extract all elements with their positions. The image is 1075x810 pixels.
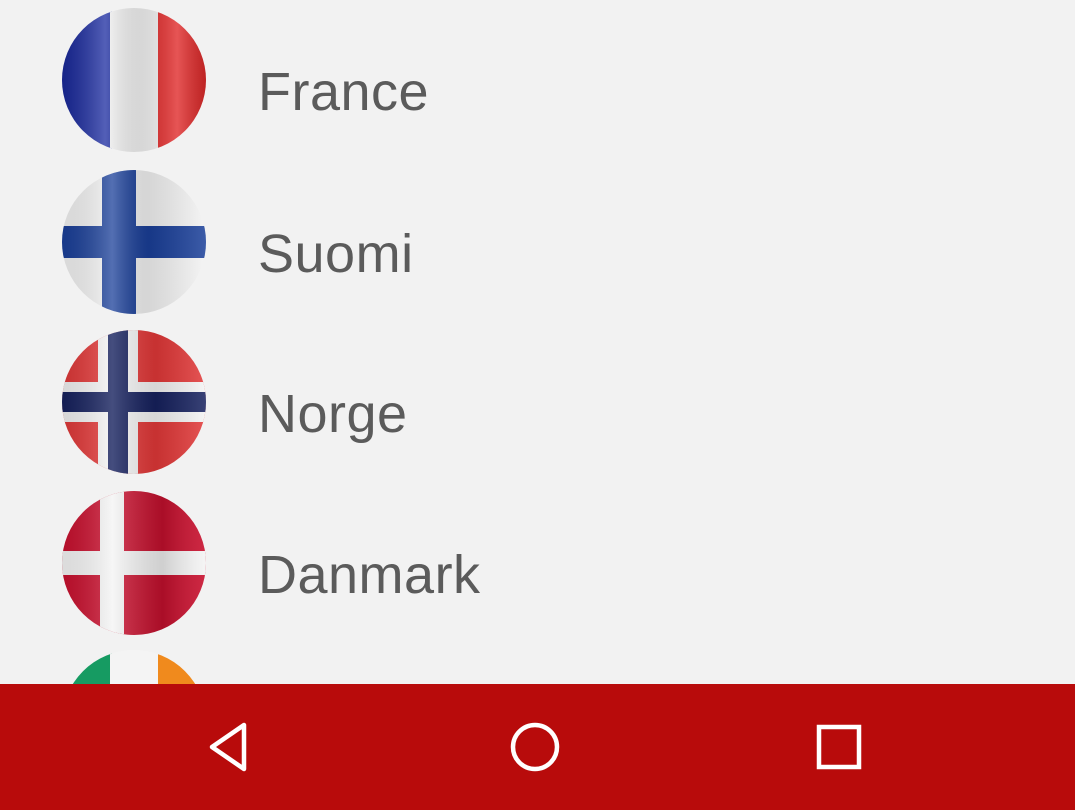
back-button[interactable]: [192, 712, 272, 782]
language-list: France Suomi Norge Danmark: [0, 0, 1075, 684]
language-label: Danmark: [258, 545, 481, 605]
navigation-bar: [0, 684, 1075, 810]
language-item-norge[interactable]: Norge: [0, 330, 1075, 490]
france-flag-icon: [62, 8, 206, 152]
recents-icon: [816, 724, 862, 770]
home-icon: [510, 722, 560, 772]
language-item-danmark[interactable]: Danmark: [0, 491, 1075, 651]
finland-flag-icon: [62, 170, 206, 314]
norway-flag-icon: [62, 330, 206, 474]
denmark-flag-icon: [62, 491, 206, 635]
back-icon: [209, 722, 247, 772]
language-item-france[interactable]: France: [0, 8, 1075, 168]
recents-button[interactable]: [799, 712, 879, 782]
ireland-flag-icon: [62, 650, 206, 684]
home-button[interactable]: [495, 712, 575, 782]
language-item-ireland[interactable]: [0, 650, 1075, 684]
language-label: Suomi: [258, 224, 414, 284]
language-label: Norge: [258, 384, 408, 444]
language-label: France: [258, 62, 430, 122]
language-item-suomi[interactable]: Suomi: [0, 170, 1075, 330]
